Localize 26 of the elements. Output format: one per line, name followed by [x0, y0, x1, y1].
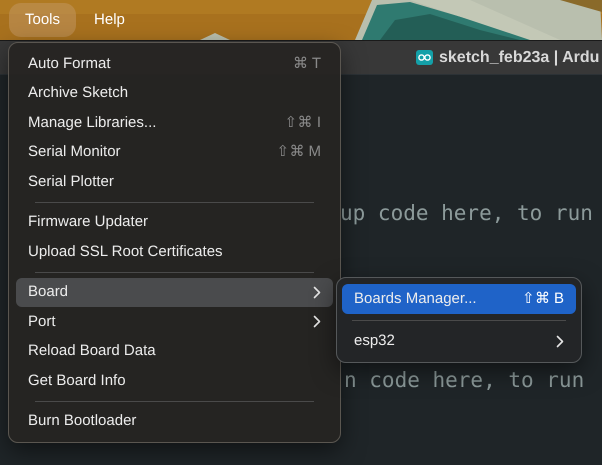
shortcut-label: ⇧⌘ B	[522, 288, 564, 308]
menu-item[interactable]: Serial Monitor ⇧⌘ M	[16, 138, 333, 167]
chevron-right-icon	[313, 286, 321, 299]
menu-item[interactable]: Boards Manager... ⇧⌘ B	[342, 284, 576, 314]
menu-item[interactable]: Manage Libraries... ⇧⌘ I	[16, 108, 333, 138]
menu-item[interactable]: Upload SSL Root Certificates	[16, 237, 333, 266]
menu-item[interactable]: Get Board Info	[16, 366, 333, 396]
menu-item[interactable]: Reload Board Data	[16, 336, 333, 366]
menu-item[interactable]: Firmware Updater	[16, 208, 333, 237]
window-title: sketch_feb23a | Ardu	[439, 48, 600, 68]
chevron-right-icon	[556, 334, 564, 348]
shortcut-label: ⇧⌘ I	[284, 112, 321, 132]
code-line: up code here, to run	[340, 201, 593, 225]
shortcut-label: ⌘ T	[292, 54, 321, 74]
menu-item[interactable]: Serial Plotter	[16, 167, 333, 196]
menu-item[interactable]: Burn Bootloader	[16, 406, 333, 436]
shortcut-label: ⇧⌘ M	[276, 142, 321, 162]
menu-item[interactable]: Board	[16, 278, 333, 307]
code-line: n code here, to run	[344, 368, 584, 392]
infinity-logo-icon	[416, 50, 433, 65]
menu-item[interactable]: Archive Sketch	[16, 78, 333, 108]
chevron-right-icon	[313, 315, 321, 328]
menu-bar-item[interactable]: Help	[78, 2, 141, 38]
menu-item[interactable]: Port	[16, 307, 333, 336]
menu-item[interactable]: esp32	[342, 326, 576, 356]
menu-item[interactable]: Auto Format ⌘ T	[16, 49, 333, 78]
